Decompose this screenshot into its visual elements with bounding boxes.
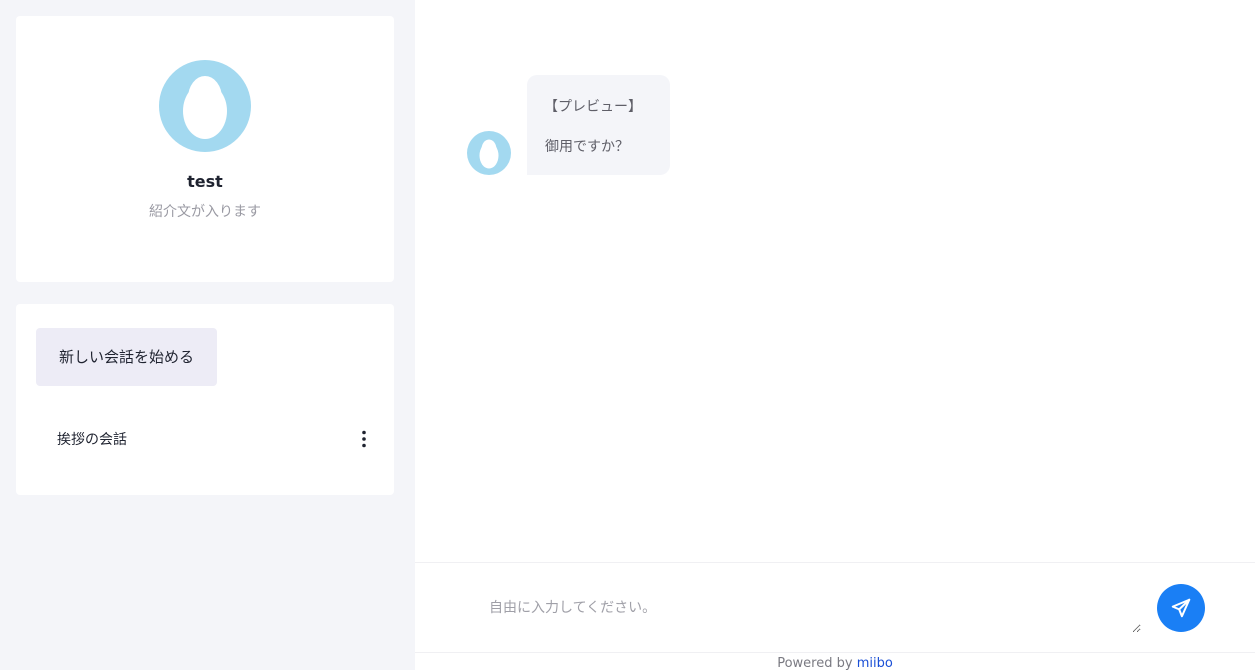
message-line: 御用ですか？ xyxy=(545,139,629,155)
app-root: test 紹介文が入ります 新しい会話を始める 挨拶の会話 【プレビュー】 御用… xyxy=(0,0,1255,670)
chat-main: 【プレビュー】 御用ですか？ Powered by miibo xyxy=(415,0,1255,670)
conversation-label: 挨拶の会話 xyxy=(57,432,127,448)
input-bar xyxy=(415,562,1255,652)
profile-name: test xyxy=(187,172,223,191)
new-conversation-button[interactable]: 新しい会話を始める xyxy=(36,328,217,386)
egg-avatar-icon xyxy=(159,60,251,152)
message-input[interactable] xyxy=(475,581,1141,633)
profile-description: 紹介文が入ります xyxy=(149,204,261,220)
conversation-item[interactable]: 挨拶の会話 xyxy=(36,416,374,462)
footer: Powered by miibo xyxy=(415,652,1255,670)
sidebar: test 紹介文が入ります 新しい会話を始める 挨拶の会話 xyxy=(0,0,415,670)
conversation-history-card: 新しい会話を始める 挨拶の会話 xyxy=(16,304,394,495)
profile-card: test 紹介文が入ります xyxy=(16,16,394,282)
message-line: 【プレビュー】 xyxy=(544,99,642,115)
brand-link[interactable]: miibo xyxy=(857,656,893,670)
bot-avatar-icon xyxy=(467,131,511,175)
send-button[interactable] xyxy=(1157,584,1205,632)
send-icon xyxy=(1171,598,1191,618)
more-vertical-icon[interactable] xyxy=(354,429,374,449)
footer-prefix: Powered by xyxy=(777,656,853,670)
bot-message-bubble: 【プレビュー】 御用ですか？ xyxy=(527,75,670,175)
